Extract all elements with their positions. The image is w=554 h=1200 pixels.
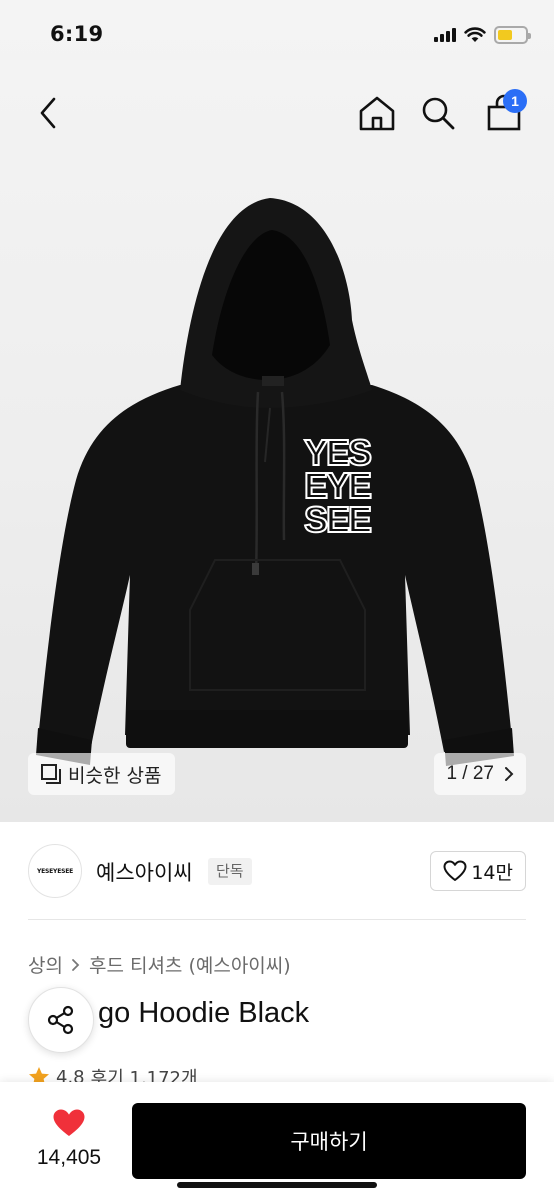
exclusive-tag: 단독: [208, 858, 252, 885]
similar-products-label: 비슷한 상품: [68, 764, 162, 787]
chevron-left-icon: [40, 97, 56, 129]
buy-button[interactable]: 구매하기: [132, 1103, 526, 1179]
cart-count-badge: 1: [503, 89, 527, 113]
home-icon: [359, 96, 395, 131]
share-button[interactable]: [28, 987, 94, 1053]
product-title: go Hoodie Black: [98, 997, 310, 1029]
chevron-right-icon: [505, 767, 514, 781]
wifi-icon: [464, 27, 486, 42]
product-image[interactable]: YES EYE SEE: [0, 180, 554, 780]
product-gallery[interactable]: 6:19 1 YES EYE SEE 비슷한 상품 1 / 27: [0, 0, 554, 822]
bottom-action-bar: 14,405 구매하기: [0, 1082, 554, 1200]
image-counter-text: 1 / 27: [446, 763, 494, 784]
cart-button[interactable]: 1: [478, 86, 530, 140]
home-indicator: [177, 1182, 377, 1188]
status-icons: [434, 24, 531, 46]
breadcrumb: 상의 후드 티셔츠 (예스아이씨): [28, 951, 291, 978]
breadcrumb-item-category[interactable]: 상의: [28, 951, 63, 978]
top-navigation: 1: [0, 86, 554, 140]
hoodie-print: YES EYE SEE: [303, 431, 374, 541]
brand-name[interactable]: 예스아이씨: [96, 857, 193, 887]
status-time: 6:19: [50, 22, 104, 46]
similar-products-button[interactable]: 비슷한 상품: [28, 753, 176, 795]
brand-like-count: 14만: [471, 861, 513, 884]
back-button[interactable]: [22, 86, 74, 140]
heart-outline-icon: [443, 860, 467, 881]
similar-items-icon: [41, 764, 61, 784]
image-counter[interactable]: 1 / 27: [434, 753, 526, 795]
print-line-3: SEE: [304, 499, 371, 540]
search-icon: [422, 97, 455, 130]
breadcrumb-item-subcategory[interactable]: 후드 티셔츠 (예스아이씨): [89, 951, 291, 978]
battery-icon: [494, 26, 531, 44]
heart-filled-icon[interactable]: [52, 1108, 86, 1138]
chevron-right-icon: [72, 958, 80, 971]
brand-like-button[interactable]: 14만: [430, 851, 526, 891]
status-bar: 6:19: [0, 0, 554, 70]
brand-logo-text: YESEYESEE: [36, 867, 74, 875]
brand-row: YESEYESEE 예스아이씨 단독 14만: [28, 843, 526, 899]
cellular-signal-icon: [434, 28, 456, 42]
home-button[interactable]: [351, 86, 403, 140]
search-button[interactable]: [412, 86, 464, 140]
divider: [28, 919, 526, 920]
wishlist-count: 14,405: [36, 1146, 102, 1169]
brand-logo[interactable]: YESEYESEE: [28, 844, 82, 898]
share-icon: [47, 1005, 74, 1035]
